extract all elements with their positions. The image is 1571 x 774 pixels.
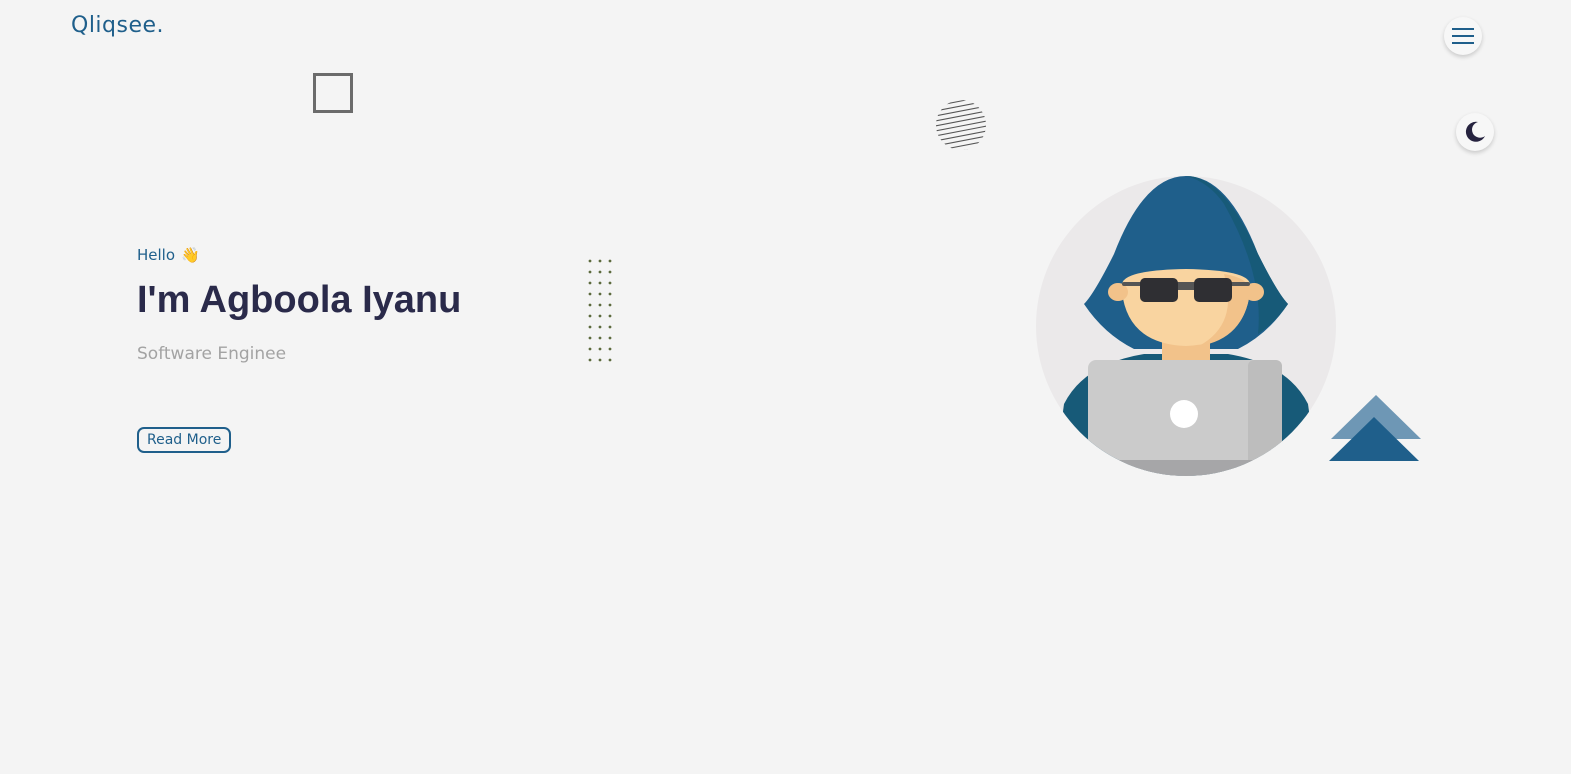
- greeting: Hello 👋: [137, 246, 200, 264]
- moon-icon: [1465, 121, 1485, 142]
- decorative-triangles: [1329, 395, 1421, 461]
- waving-hand-icon: 👋: [181, 246, 200, 264]
- hamburger-menu-icon: [1452, 28, 1474, 44]
- theme-toggle-button[interactable]: [1456, 113, 1494, 151]
- site-logo[interactable]: Qliqsee.: [71, 13, 164, 38]
- hero-headline: I'm Agboola Iyanu: [137, 279, 462, 321]
- menu-button[interactable]: [1444, 17, 1482, 55]
- hacker-avatar-illustration: [1036, 176, 1336, 476]
- decorative-dot-grid: [588, 259, 612, 362]
- greeting-text: Hello: [137, 246, 176, 264]
- read-more-button[interactable]: Read More: [137, 427, 232, 453]
- decorative-square: [313, 73, 353, 113]
- portfolio-home-page: Qliqsee. Hello 👋 I'm Agboola Iyanu Softw…: [0, 0, 1571, 774]
- hero-subtitle: Software Enginee: [137, 344, 287, 364]
- decorative-striped-circle: [936, 100, 986, 150]
